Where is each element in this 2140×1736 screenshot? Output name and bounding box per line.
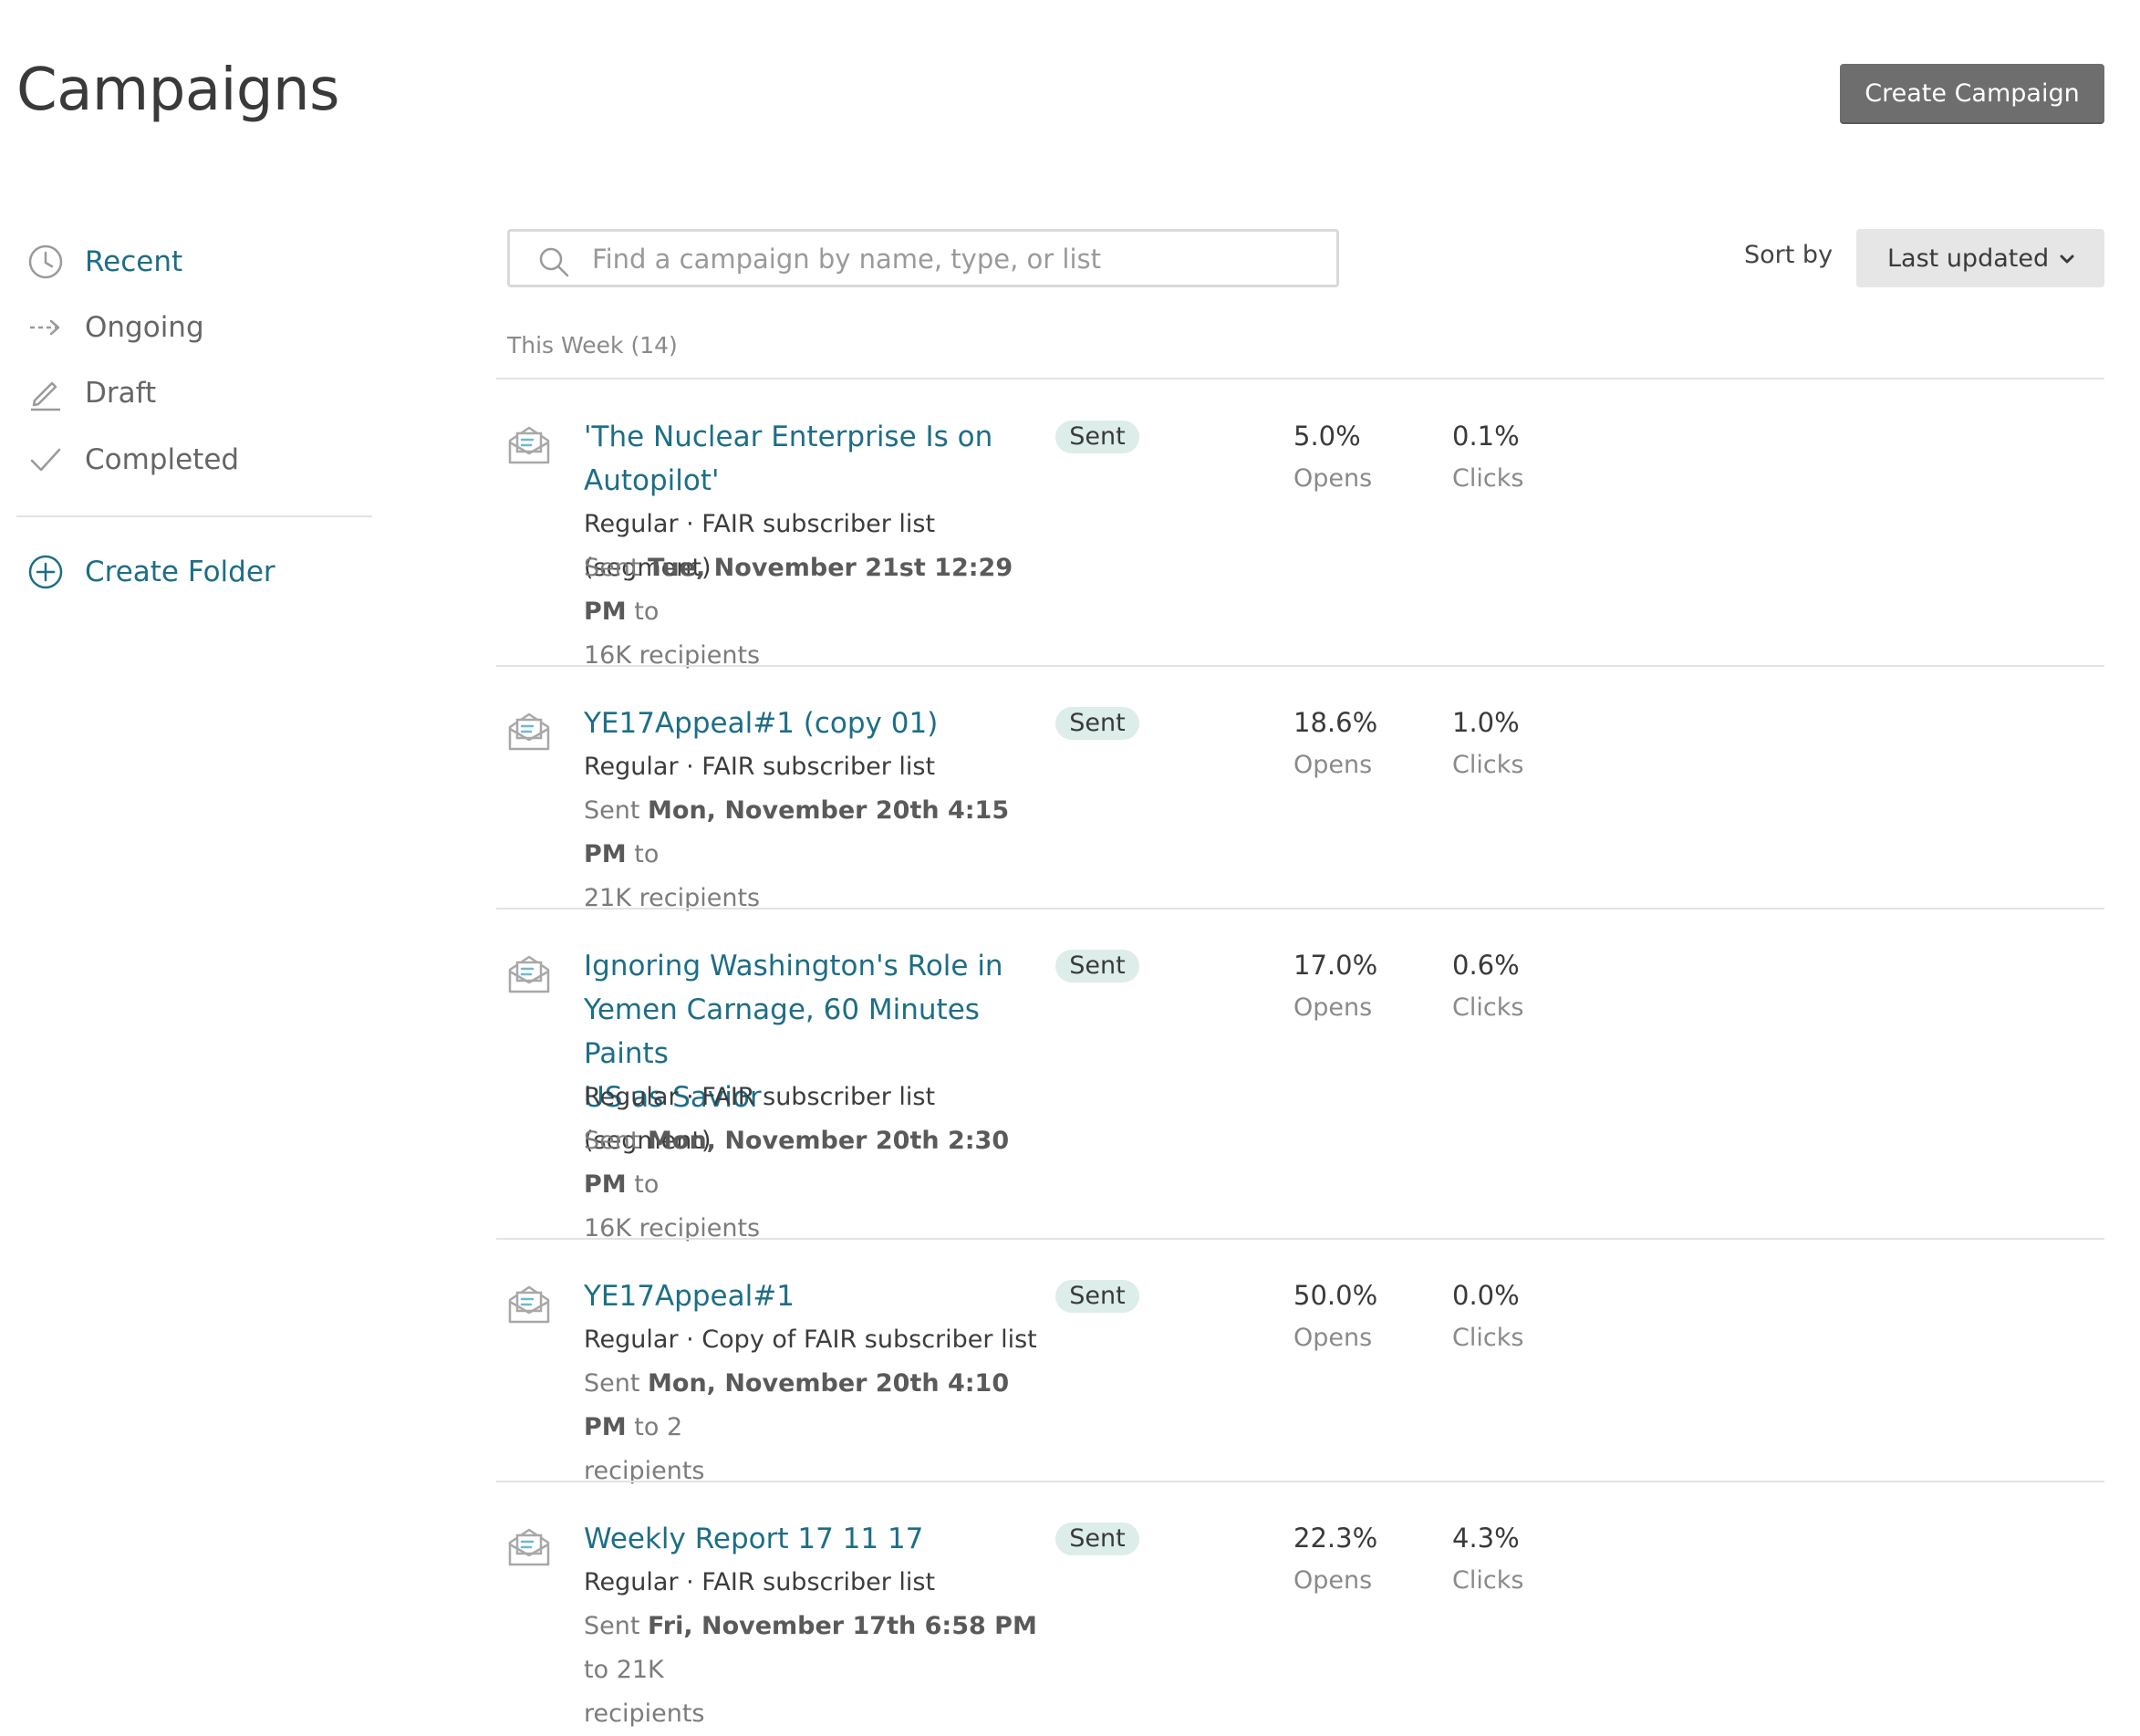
opens-label: Opens	[1293, 1566, 1373, 1595]
opens-value: 18.6%	[1293, 707, 1378, 738]
sidebar-divider	[16, 515, 372, 517]
envelope-icon	[506, 422, 552, 468]
status-badge: Sent	[1055, 421, 1139, 453]
opens-value: 50.0%	[1293, 1280, 1378, 1311]
opens-label: Opens	[1293, 751, 1373, 779]
sidebar-item-label: Recent	[85, 245, 183, 278]
create-folder-label: Create Folder	[85, 556, 275, 588]
checkmark-icon	[27, 442, 64, 478]
sent-prefix: Sent	[584, 1612, 649, 1640]
sidebar-item-label: Completed	[85, 443, 240, 476]
clicks-label: Clicks	[1452, 751, 1524, 779]
divider	[496, 908, 2104, 910]
sent-suffix: to	[626, 598, 660, 626]
search-icon	[537, 245, 570, 278]
pencil-icon	[27, 375, 64, 411]
campaign-sent-info: Sent Mon, November 20th 4:15 PM to 21K r…	[584, 789, 1058, 920]
sidebar-item-label: Draft	[85, 377, 157, 410]
campaign-title-line: 'The Nuclear Enterprise Is on	[584, 421, 993, 453]
campaign-title[interactable]: 'The Nuclear Enterprise Is on Autopilot'	[584, 415, 1049, 503]
opens-value: 22.3%	[1293, 1523, 1378, 1554]
sidebar-item-completed[interactable]: Completed	[27, 434, 239, 485]
campaign-sent-info: Sent Tue, November 21st 12:29 PM to 16K …	[584, 546, 1058, 678]
envelope-icon	[506, 1524, 552, 1570]
sent-prefix: Sent	[584, 796, 649, 825]
sidebar-item-label: Ongoing	[85, 311, 204, 344]
search-box[interactable]	[507, 229, 1339, 287]
campaign-meta: Regular · FAIR subscriber list	[584, 753, 936, 781]
campaign-title-line: Autopilot'	[584, 464, 720, 497]
opens-value: 5.0%	[1293, 421, 1361, 452]
sent-suffix: to	[626, 840, 660, 868]
group-label: This Week (14)	[507, 332, 678, 359]
clicks-label: Clicks	[1452, 993, 1524, 1022]
sort-select[interactable]: Last updated	[1856, 229, 2104, 287]
sent-date: Fri, November 17th 6:58 PM	[648, 1612, 1037, 1640]
opens-label: Opens	[1293, 464, 1373, 493]
campaign-title-line: YE17Appeal#1	[584, 1280, 795, 1313]
envelope-icon	[506, 951, 552, 997]
sent-prefix: Sent	[584, 1369, 649, 1398]
divider	[496, 1238, 2104, 1240]
campaign-title-line: YE17Appeal#1 (copy 01)	[584, 707, 939, 740]
campaign-sent-info: Sent Fri, November 17th 6:58 PM to 21K r…	[584, 1605, 1058, 1736]
clicks-value: 1.0%	[1452, 707, 1520, 738]
envelope-icon	[506, 709, 552, 754]
status-badge: Sent	[1055, 707, 1139, 740]
clock-icon	[27, 244, 64, 280]
campaign-sent-info: Sent Mon, November 20th 4:10 PM to 2 rec…	[584, 1362, 1058, 1493]
clicks-label: Clicks	[1452, 464, 1524, 493]
sort-label: Sort by	[1744, 241, 1834, 269]
status-badge: Sent	[1055, 1523, 1139, 1555]
status-badge: Sent	[1055, 1280, 1139, 1313]
opens-label: Opens	[1293, 993, 1373, 1022]
clicks-value: 4.3%	[1452, 1523, 1520, 1554]
divider	[496, 665, 2104, 667]
divider	[496, 378, 2104, 379]
search-input[interactable]	[590, 237, 1324, 281]
sent-suffix: to 21K	[584, 1656, 664, 1684]
page-title: Campaigns	[16, 57, 339, 124]
opens-label: Opens	[1293, 1324, 1373, 1352]
clicks-value: 0.6%	[1452, 950, 1520, 981]
sidebar-item-draft[interactable]: Draft	[27, 368, 156, 419]
clicks-label: Clicks	[1452, 1566, 1524, 1595]
clicks-value: 0.0%	[1452, 1280, 1520, 1311]
campaign-meta: Regular · Copy of FAIR subscriber list	[584, 1325, 1037, 1354]
sent-prefix: Sent	[584, 1127, 649, 1155]
clicks-label: Clicks	[1452, 1324, 1524, 1352]
sort-selected-value: Last updated	[1887, 244, 2050, 273]
envelope-icon	[506, 1282, 552, 1327]
campaign-title-line: Weekly Report 17 11 17	[584, 1523, 924, 1555]
status-badge: Sent	[1055, 950, 1139, 982]
campaign-meta: Regular · FAIR subscriber list	[584, 1568, 936, 1596]
sidebar-item-ongoing[interactable]: Ongoing	[27, 302, 204, 353]
sent-prefix: Sent	[584, 554, 649, 582]
campaign-sent-info: Sent Mon, November 20th 2:30 PM to 16K r…	[584, 1119, 1058, 1251]
sent-recipients: recipients	[584, 1700, 705, 1728]
dashed-arrow-right-icon	[27, 309, 64, 346]
campaign-title[interactable]: YE17Appeal#1 (copy 01)	[584, 702, 1049, 745]
divider	[496, 1481, 2104, 1482]
create-campaign-button[interactable]: Create Campaign	[1840, 64, 2104, 122]
sidebar-item-recent[interactable]: Recent	[27, 236, 182, 287]
plus-circle-icon	[27, 554, 64, 590]
opens-value: 17.0%	[1293, 950, 1378, 981]
clicks-value: 0.1%	[1452, 421, 1520, 452]
campaign-title-line: Ignoring Washington's Role in	[584, 950, 1003, 982]
campaign-title-line: Yemen Carnage, 60 Minutes Paints	[584, 993, 980, 1070]
create-folder-button[interactable]: Create Folder	[27, 546, 275, 598]
campaign-title[interactable]: Weekly Report 17 11 17	[584, 1517, 1049, 1561]
sent-suffix: to	[626, 1170, 660, 1199]
sent-suffix: to 2	[626, 1413, 683, 1441]
campaign-title[interactable]: YE17Appeal#1	[584, 1274, 1049, 1318]
chevron-down-icon	[2057, 247, 2077, 267]
